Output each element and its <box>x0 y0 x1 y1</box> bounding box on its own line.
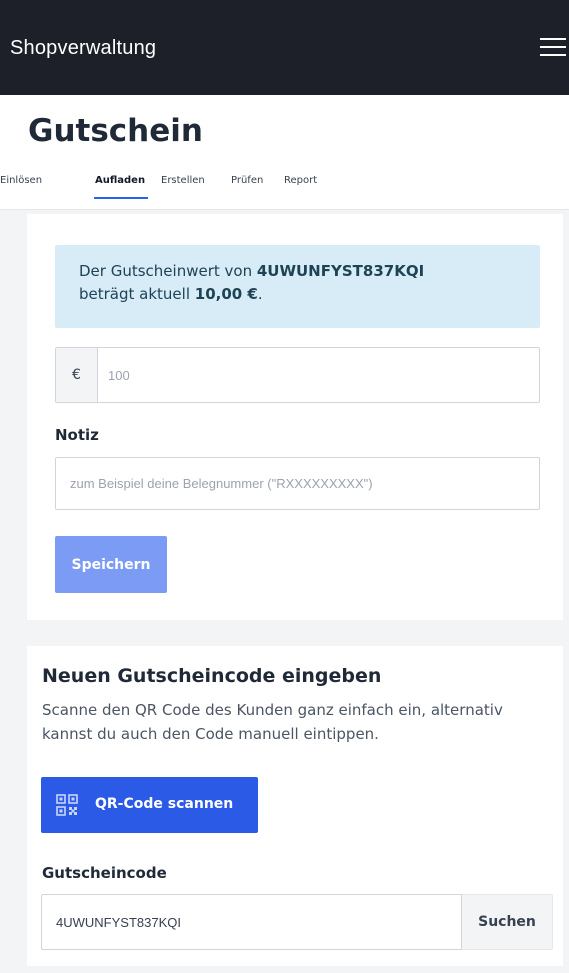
tab-einloesen[interactable]: Einlösen <box>0 175 42 186</box>
voucher-code-label: Gutscheincode <box>42 864 167 882</box>
note-input[interactable] <box>55 457 540 510</box>
topup-card: Der Gutscheinwert von 4UWUNFYST837KQI be… <box>27 214 563 620</box>
amount-input-group: € <box>55 347 540 403</box>
voucher-balance-value: 10,00 € <box>194 285 258 303</box>
code-entry-description: Scanne den QR Code des Kunden ganz einfa… <box>42 701 503 743</box>
active-tab-indicator <box>94 197 148 199</box>
scan-qr-button[interactable]: QR-Code scannen <box>41 777 258 833</box>
top-navigation-bar: Shopverwaltung <box>0 0 569 95</box>
info-suffix: . <box>257 285 263 303</box>
voucher-code-input[interactable] <box>41 894 462 950</box>
code-entry-title: Neuen Gutscheincode eingeben <box>42 665 382 687</box>
voucher-code-highlight: 4UWUNFYST837KQI <box>256 262 425 280</box>
app-title: Shopverwaltung <box>10 37 157 59</box>
page-title: Gutschein <box>28 113 203 149</box>
tab-aufladen[interactable]: Aufladen <box>95 175 145 186</box>
tab-erstellen[interactable]: Erstellen <box>161 175 205 186</box>
info-prefix: Der Gutscheinwert von <box>79 262 257 280</box>
hamburger-menu-icon[interactable] <box>540 38 566 58</box>
save-button[interactable]: Speichern <box>55 536 167 593</box>
info-middle: beträgt aktuell <box>79 285 195 303</box>
amount-input[interactable] <box>108 348 528 402</box>
qr-code-icon <box>56 794 78 816</box>
voucher-balance-info: Der Gutscheinwert von 4UWUNFYST837KQI be… <box>55 245 540 328</box>
note-label: Notiz <box>55 426 99 444</box>
search-button[interactable]: Suchen <box>462 894 553 950</box>
currency-addon: € <box>56 348 98 402</box>
page-header: Gutschein Einlösen Aufladen Erstellen Pr… <box>0 95 569 210</box>
tab-pruefen[interactable]: Prüfen <box>231 175 263 186</box>
scan-qr-label: QR-Code scannen <box>95 796 234 812</box>
code-entry-card: Neuen Gutscheincode eingeben Scanne den … <box>27 646 563 966</box>
tab-report[interactable]: Report <box>284 175 317 186</box>
